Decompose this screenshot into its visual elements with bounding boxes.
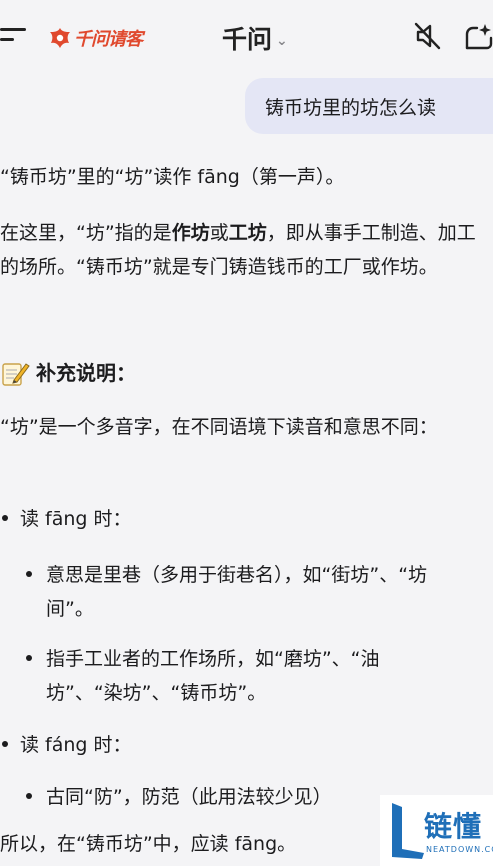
memo-icon <box>2 363 30 386</box>
user-message-bubble: 铸币坊里的坊怎么读 <box>245 78 493 134</box>
answer-text: 或 <box>209 222 229 244</box>
watermark-logo: 链懂 NEATDOWN.COM <box>380 795 493 866</box>
list-item-text: 古同“防”，防范（此用法较少见） <box>46 786 332 808</box>
speaker-mute-icon[interactable] <box>412 20 442 52</box>
list-item-text: 指手工业者的工作场所，如“磨坊”、“油坊”、“染坊”、“铸币坊”。 <box>46 648 380 704</box>
answer-conclusion: 所以，在“铸币坊”中，应读 fāng。 <box>0 833 297 855</box>
bullet-dot <box>26 570 32 577</box>
menu-icon[interactable] <box>0 26 28 48</box>
bullet-dot <box>26 792 32 799</box>
list-item-text: 读 fáng 时： <box>20 734 132 756</box>
bullet-dot <box>2 514 8 521</box>
answer-paragraph-1: “铸币坊”里的“坊”读作 fāng（第一声）。 <box>0 166 345 188</box>
section-heading: 补充说明： <box>0 356 136 390</box>
answer-paragraph-3: “坊”是一个多音字，在不同语境下读音和意思不同： <box>0 416 438 438</box>
list-item-text: 意思是里巷（多用于街巷名），如“街坊”、“坊间”。 <box>46 564 428 620</box>
brand-logo[interactable]: 千问请客 <box>48 24 143 52</box>
answer-paragraph-2: 在这里，“坊”指的是作坊或工坊，即从事手工制造、加工的场所。“铸币坊”就是专门铸… <box>0 216 490 284</box>
top-bar: 千问请客 千问 ⌄ <box>0 0 493 76</box>
brand-logo-icon <box>50 28 70 48</box>
list-item: 指手工业者的工作场所，如“磨坊”、“油坊”、“染坊”、“铸币坊”。 <box>26 642 466 710</box>
bullet-dot <box>2 740 8 747</box>
page-title: 千问 <box>222 25 273 54</box>
list-item: 意思是里巷（多用于街巷名），如“街坊”、“坊间”。 <box>26 558 466 626</box>
new-chat-icon[interactable] <box>463 20 493 52</box>
list-item: 读 fāng 时： <box>0 502 132 536</box>
chevron-down-icon: ⌄ <box>276 33 288 49</box>
list-item: 读 fáng 时： <box>0 728 132 762</box>
answer-text: 在这里，“坊”指的是 <box>0 222 172 244</box>
answer-bold-term: 作坊 <box>171 222 210 244</box>
list-item: 古同“防”，防范（此用法较少见） <box>26 780 332 814</box>
answer-bold-term: 工坊 <box>228 222 267 244</box>
brand-name: 千问请客 <box>74 29 143 50</box>
model-selector[interactable]: 千问 ⌄ <box>222 20 288 56</box>
watermark-subtext: NEATDOWN.COM <box>426 845 493 854</box>
bullet-dot <box>26 654 32 661</box>
list-item-text: 读 fāng 时： <box>20 508 132 530</box>
watermark-text: 链懂 <box>424 810 483 843</box>
section-heading-text: 补充说明： <box>36 361 136 385</box>
watermark-mark-icon <box>392 803 424 859</box>
user-message-text: 铸币坊里的坊怎么读 <box>265 96 437 119</box>
